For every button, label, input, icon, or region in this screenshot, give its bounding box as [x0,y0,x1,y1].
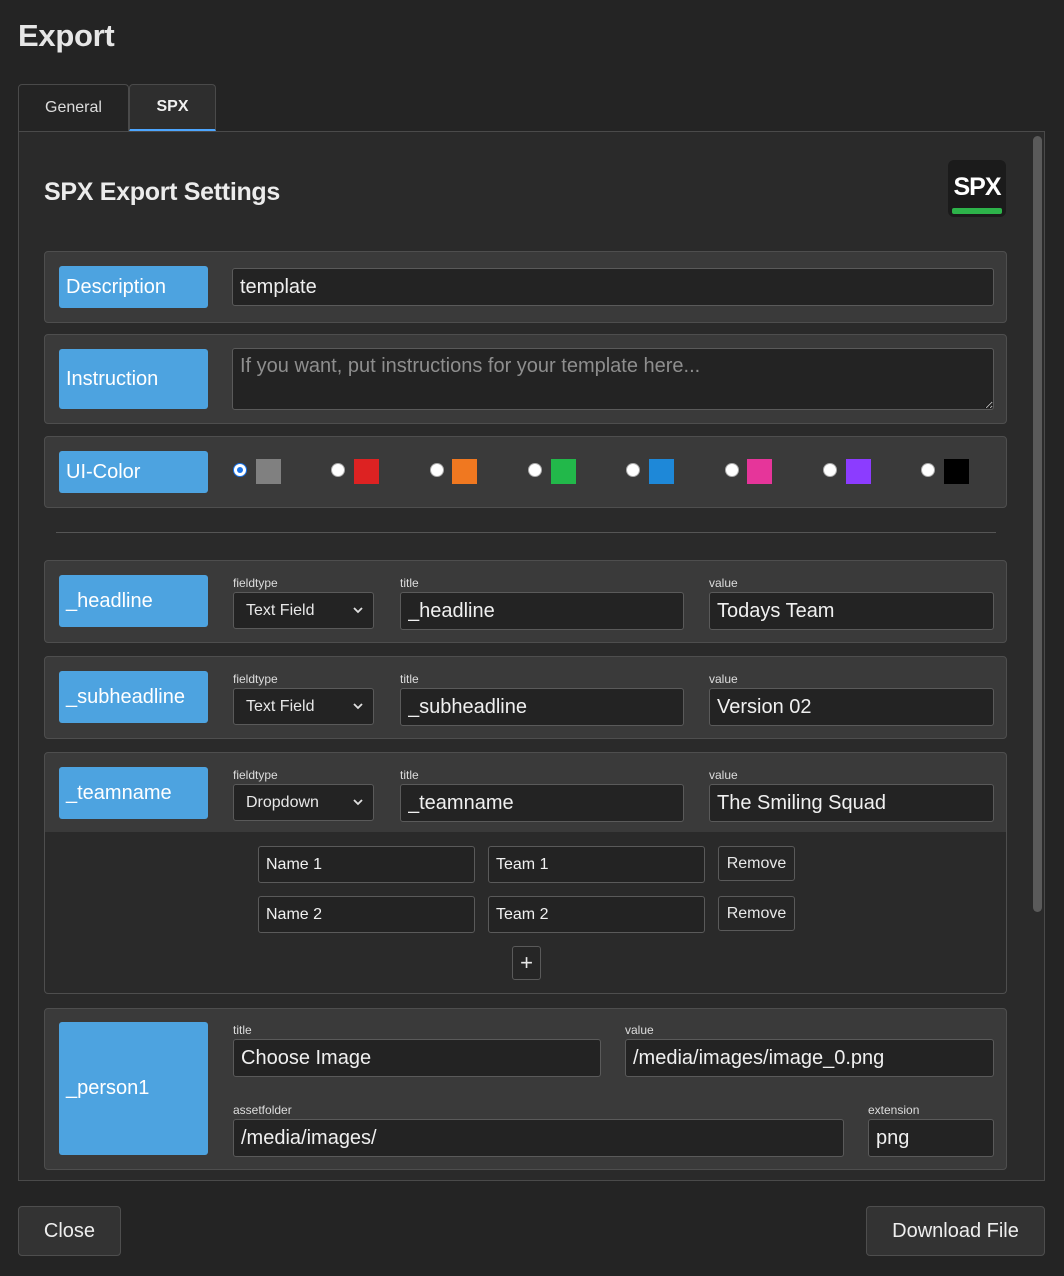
description-row: Description [44,251,1007,323]
download-file-button[interactable]: Download File [866,1206,1045,1256]
field-name-label: _headline [59,575,208,627]
color-swatch-orange[interactable] [452,459,477,484]
fieldtype-select[interactable]: Dropdown [233,784,374,821]
color-radio-pink[interactable] [725,463,739,477]
remove-option-button[interactable]: Remove [718,896,795,931]
color-swatch-green[interactable] [551,459,576,484]
field-name-label: _subheadline [59,671,208,723]
title-input[interactable] [400,688,684,726]
settings-heading: SPX Export Settings [44,178,281,206]
fieldtype-value: Text Field [246,601,315,619]
color-swatch-pink[interactable] [747,459,772,484]
field-row-subheadline: _subheadline fieldtype Text Field title … [44,656,1007,739]
extension-input[interactable] [868,1119,994,1157]
color-swatch-red[interactable] [354,459,379,484]
fieldtype-caption: fieldtype [233,576,278,590]
field-name-label: _person1 [59,1022,208,1155]
extension-caption: extension [868,1103,920,1117]
fieldtype-caption: fieldtype [233,768,278,782]
spx-logo: SPX [948,160,1006,217]
dropdown-options: Name 1 Team 1 Remove Name 2 Team 2 Remov… [44,832,1007,994]
fieldtype-value: Dropdown [246,793,319,811]
chevron-down-icon [353,606,363,613]
option-value-input[interactable]: Team 1 [488,846,705,883]
option-value-input[interactable]: Team 2 [488,896,705,933]
fieldtype-select[interactable]: Text Field [233,688,374,725]
spx-logo-text: SPX [953,173,1001,201]
image-title-input[interactable] [233,1039,601,1077]
spx-logo-bar [952,208,1002,214]
color-radio-purple[interactable] [823,463,837,477]
section-divider [56,532,996,533]
color-radio-black[interactable] [921,463,935,477]
image-value-input[interactable] [625,1039,994,1077]
color-radio-blue[interactable] [626,463,640,477]
option-text-input[interactable]: Name 1 [258,846,475,883]
chevron-down-icon [353,702,363,709]
description-input[interactable] [232,268,994,306]
ui-color-row: UI-Color [44,436,1007,508]
close-button[interactable]: Close [18,1206,121,1256]
value-input[interactable] [709,784,994,822]
field-row-teamname: _teamname fieldtype Dropdown title value [44,752,1007,834]
title-input[interactable] [400,592,684,630]
chevron-down-icon [353,798,363,805]
title-caption: title [233,1023,252,1037]
panel-scrollbar[interactable] [1031,134,1043,1180]
value-input[interactable] [709,592,994,630]
color-swatch-black[interactable] [944,459,969,484]
fieldtype-value: Text Field [246,697,315,715]
color-swatch-gray[interactable] [256,459,281,484]
spx-tab-panel: SPX Export Settings SPX Description Inst… [18,131,1045,1181]
add-option-button[interactable]: + [512,946,541,980]
title-caption: title [400,672,419,686]
description-label: Description [59,266,208,308]
color-radio-red[interactable] [331,463,345,477]
scrollbar-thumb[interactable] [1033,136,1042,912]
value-caption: value [709,672,738,686]
color-radio-orange[interactable] [430,463,444,477]
title-caption: title [400,576,419,590]
instruction-label: Instruction [59,349,208,409]
value-caption: value [625,1023,654,1037]
color-swatch-blue[interactable] [649,459,674,484]
fieldtype-select[interactable]: Text Field [233,592,374,629]
color-radio-gray[interactable] [233,463,247,477]
tab-spx[interactable]: SPX [129,84,216,131]
value-caption: value [709,576,738,590]
remove-option-button[interactable]: Remove [718,846,795,881]
color-radio-green[interactable] [528,463,542,477]
instruction-textarea[interactable] [232,348,994,410]
field-name-label: _teamname [59,767,208,819]
field-row-person1: _person1 title value assetfolder extensi… [44,1008,1007,1170]
assetfolder-input[interactable] [233,1119,844,1157]
value-input[interactable] [709,688,994,726]
instruction-row: Instruction [44,334,1007,424]
option-text-input[interactable]: Name 2 [258,896,475,933]
tab-general[interactable]: General [18,84,129,131]
ui-color-label: UI-Color [59,451,208,493]
dialog-title: Export [18,18,115,53]
title-input[interactable] [400,784,684,822]
field-row-headline: _headline fieldtype Text Field title val… [44,560,1007,643]
fieldtype-caption: fieldtype [233,672,278,686]
color-swatch-purple[interactable] [846,459,871,484]
assetfolder-caption: assetfolder [233,1103,292,1117]
value-caption: value [709,768,738,782]
title-caption: title [400,768,419,782]
